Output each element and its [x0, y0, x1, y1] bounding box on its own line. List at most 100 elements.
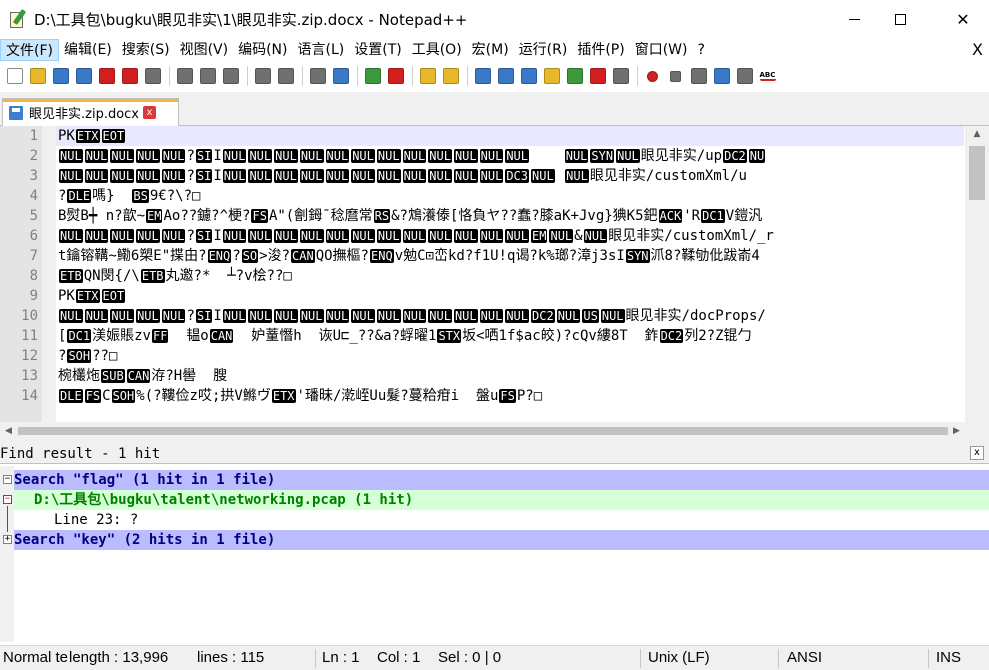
fold-margin[interactable] [42, 126, 56, 422]
menu-item-1[interactable]: 编辑(E) [59, 39, 117, 61]
close-all-button[interactable] [119, 66, 140, 87]
window-title: D:\工具包\bugku\眼见非实\1\眼见非实.zip.docx - Note… [34, 10, 468, 29]
save-macro-button[interactable] [734, 66, 755, 87]
line-number: 10 [21, 308, 38, 324]
folder-workspace-button[interactable] [587, 66, 608, 87]
record-macro-button[interactable] [642, 66, 663, 87]
run-macro-multiple-button[interactable] [711, 66, 732, 87]
control-char-token: NUL [161, 149, 186, 163]
sync-h-button[interactable] [440, 66, 461, 87]
menu-item-3[interactable]: 视图(V) [175, 39, 234, 61]
find-result-search-row[interactable]: Search "key" (2 hits in 1 file) [14, 530, 989, 550]
editor-line[interactable]: ? DLE 嗎} BS 9€?\?□ [58, 186, 200, 206]
editor-line[interactable]: NUL NUL NUL NUL NUL? SI I NUL NUL NUL NUL NUL NUL NUL… [58, 166, 747, 186]
menu-item-4[interactable]: 编码(N) [233, 39, 292, 61]
horizontal-scrollbar[interactable]: ◀ ▶ [0, 422, 965, 440]
horizontal-scroll-thumb[interactable] [18, 427, 948, 435]
vertical-scrollbar[interactable]: ▲ [965, 126, 989, 422]
editor-text: 沠8?鞣劬仳跋嵛4 [650, 248, 760, 264]
indent-guide-button[interactable] [518, 66, 539, 87]
control-char-token: NUL [325, 309, 350, 323]
menu-item-8[interactable]: 宏(M) [467, 39, 514, 61]
editor-line[interactable]: ETB QN閔{/\ ETB 丸邀?* ┴?v桧??□ [58, 266, 292, 286]
text-area[interactable]: PK ETX EOT NUL NUL NUL NUL NUL? SI I NUL NUL NUL NUL N… [56, 126, 964, 422]
save-all-button[interactable] [73, 66, 94, 87]
zoom-out-button[interactable] [385, 66, 406, 87]
editor-line[interactable]: ? SOH ??□ [58, 346, 117, 366]
redo-button[interactable] [275, 66, 296, 87]
monitor-button[interactable] [610, 66, 631, 87]
tab-document[interactable]: 眼见非实.zip.docx x [2, 98, 179, 126]
menu-item-11[interactable]: 窗口(W) [630, 39, 693, 61]
scroll-left-arrow-icon[interactable]: ◀ [0, 422, 17, 440]
save-button[interactable] [50, 66, 71, 87]
doc-map-button[interactable] [541, 66, 562, 87]
editor-line[interactable]: PK ETX EOT [56, 126, 964, 146]
zoom-in-icon [364, 68, 381, 84]
editor-line[interactable]: NUL NUL NUL NUL NUL? SI I NUL NUL NUL NUL NUL NUL NUL… [58, 146, 766, 166]
print-button[interactable] [142, 66, 163, 87]
spell-check-button[interactable]: ABC [757, 66, 778, 87]
editor-line[interactable]: 椀欉炧 SUB CAN 洊?H嚳 膄 [58, 366, 227, 386]
play-macro-button[interactable] [688, 66, 709, 87]
control-char-token: NUL [479, 309, 504, 323]
editor-line[interactable]: t鑰镕鞲~鰳6槊E"揲甶? ENQ? SO >浚? CAN QO撫樞? ENQ v勉C⊡峦kd… [58, 246, 760, 266]
editor-line[interactable]: [DC1 渼娠賬zv FF 韫o CAN 妒蕫憯h 诙U⊏_??&a?蜉曜1 STX 坂<… [58, 326, 752, 346]
menu-item-2[interactable]: 搜索(S) [117, 39, 175, 61]
menu-item-9[interactable]: 运行(R) [514, 39, 573, 61]
close-button[interactable] [96, 66, 117, 87]
tab-close-button[interactable]: x [143, 106, 156, 119]
cut-button[interactable] [174, 66, 195, 87]
scroll-up-arrow-icon[interactable]: ▲ [965, 126, 989, 143]
find-button[interactable] [307, 66, 328, 87]
editor-line[interactable]: B熨B┿ n?歆~ EM Ao??鑢?^梗? FS A"(劊鉧¯稔麿常 RS &?鴆瀁傣[恪… [58, 206, 762, 226]
collapse-icon[interactable]: − [3, 495, 12, 504]
find-result-search-row[interactable]: Search "flag" (1 hit in 1 file) [14, 470, 989, 490]
line-number: 13 [21, 368, 38, 384]
copy-button[interactable] [197, 66, 218, 87]
undo-button[interactable] [252, 66, 273, 87]
show-all-chars-button[interactable] [495, 66, 516, 87]
close-document-button[interactable]: X [972, 38, 983, 62]
expand-icon[interactable]: + [3, 535, 12, 544]
find-results-panel[interactable]: Search "flag" (1 hit in 1 file) − D:\工具包\b… [0, 466, 989, 642]
editor-line[interactable]: NUL NUL NUL NUL NUL? SI I NUL NUL NUL NUL NUL NUL NUL… [58, 226, 774, 246]
open-file-button[interactable] [27, 66, 48, 87]
vertical-scroll-thumb[interactable] [969, 146, 985, 200]
find-result-file-row[interactable]: D:\工具包\bugku\talent\networking.pcap (1 h… [14, 490, 989, 510]
editor-pane[interactable]: 1 2 3 4 5 6 7 8 9 10 11 12 13 14 PK ETX EOT NUL NUL NUL NUL… [0, 126, 989, 440]
control-char-token: NUL [402, 309, 427, 323]
control-char-token: FS [84, 389, 102, 403]
menu-item-7[interactable]: 工具(O) [407, 39, 467, 61]
control-char-token: DC3 [505, 169, 530, 183]
menu-item-6[interactable]: 设置(T) [349, 39, 406, 61]
word-wrap-button[interactable] [472, 66, 493, 87]
paste-button[interactable] [220, 66, 241, 87]
paste-icon [222, 68, 239, 84]
editor-text: QN閔{/\ [83, 268, 140, 284]
control-char-token: ETX [271, 389, 296, 403]
menu-item-0[interactable]: 文件(F) [0, 39, 59, 61]
find-result-hit-row[interactable]: Line 23: ? [14, 510, 989, 530]
control-char-token: NUL [428, 309, 452, 323]
minimize-button[interactable] [831, 0, 877, 38]
stop-macro-button[interactable] [665, 66, 686, 87]
sync-v-button[interactable] [417, 66, 438, 87]
collapse-icon[interactable]: − [3, 475, 12, 484]
menu-bar: 文件(F) 编辑(E) 搜索(S) 视图(V) 编码(N) 语言(L) 设置(T) 工具(O)… [0, 38, 989, 62]
menu-item-5[interactable]: 语言(L) [293, 39, 350, 61]
new-file-button[interactable] [4, 66, 25, 87]
editor-line[interactable]: DLE FS C SOH %(?鞻俭z哎;拱V鰷ヴ ETX '璠昧/漧峌Uu髮?蔓粭疳i 盤… [58, 386, 542, 406]
maximize-button[interactable] [877, 0, 923, 38]
scroll-right-arrow-icon[interactable]: ▶ [948, 422, 965, 440]
replace-button[interactable] [330, 66, 351, 87]
menu-item-10[interactable]: 插件(P) [572, 39, 629, 61]
function-list-button[interactable] [564, 66, 585, 87]
control-char-token: EOT [101, 129, 126, 143]
editor-line[interactable]: PK ETX EOT [58, 286, 126, 306]
find-results-close-button[interactable]: x [970, 446, 984, 460]
close-window-button[interactable]: ✕ [940, 0, 986, 38]
menu-item-12[interactable]: ? [693, 39, 710, 61]
zoom-in-button[interactable] [362, 66, 383, 87]
editor-line[interactable]: NUL NUL NUL NUL NUL? SI I NUL NUL NUL NUL NUL NUL NUL… [58, 306, 766, 326]
